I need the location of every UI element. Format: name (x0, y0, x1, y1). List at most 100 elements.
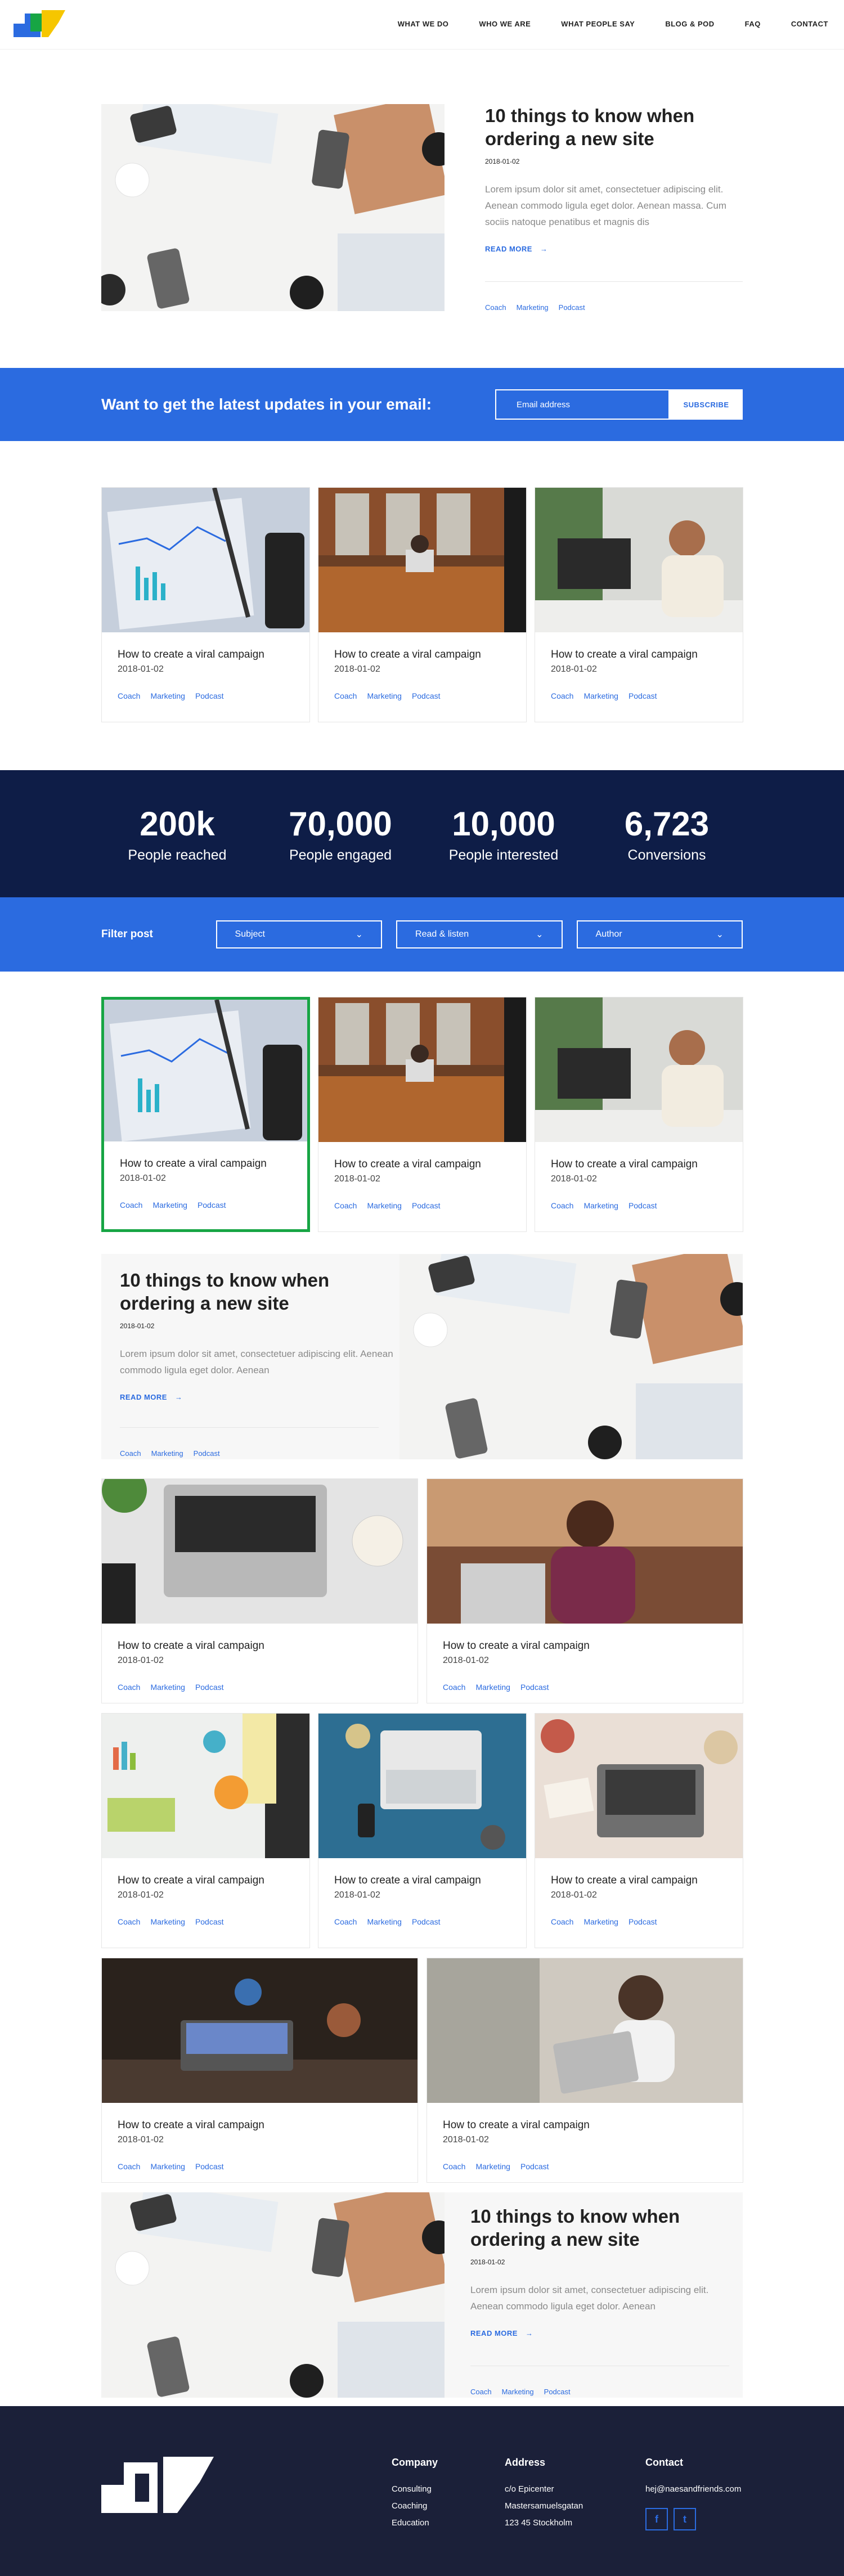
tag-coach[interactable]: Coach (334, 1917, 357, 1926)
author-select[interactable]: Author ⌄ (576, 920, 743, 948)
tag-coach[interactable]: Coach (118, 1683, 140, 1692)
post-card[interactable]: How to create a viral campaign 2018-01-0… (101, 1478, 418, 1703)
tag-coach[interactable]: Coach (443, 1683, 465, 1692)
post-card[interactable]: How to create a viral campaign 2018-01-0… (535, 487, 743, 722)
read-more-link[interactable]: READ MORE → (120, 1393, 399, 1401)
post-title[interactable]: How to create a viral campaign (334, 649, 510, 661)
post-title[interactable]: How to create a viral campaign (551, 1874, 727, 1887)
tag-coach[interactable]: Coach (551, 1201, 573, 1210)
featured-title[interactable]: 10 things to know when ordering a new si… (470, 2205, 743, 2251)
tag-podcast[interactable]: Podcast (559, 303, 585, 312)
tag-marketing[interactable]: Marketing (475, 1683, 510, 1692)
nav-what-we-do[interactable]: WHAT WE DO (398, 20, 449, 28)
post-title[interactable]: How to create a viral campaign (120, 1158, 291, 1170)
featured-image[interactable] (101, 104, 445, 311)
post-card[interactable]: How to create a viral campaign 2018-01-0… (101, 1958, 418, 2183)
post-card-selected[interactable]: How to create a viral campaign 2018-01-0… (101, 997, 310, 1232)
tag-podcast[interactable]: Podcast (628, 1917, 657, 1926)
tag-marketing[interactable]: Marketing (152, 1201, 187, 1210)
post-title[interactable]: How to create a viral campaign (118, 1640, 402, 1652)
nav-contact[interactable]: CONTACT (791, 20, 828, 28)
post-card[interactable]: How to create a viral campaign 2018-01-0… (318, 997, 527, 1232)
tag-marketing[interactable]: Marketing (150, 1917, 185, 1926)
subscribe-button[interactable]: SUBSCRIBE (670, 389, 743, 420)
tag-coach[interactable]: Coach (118, 2162, 140, 2171)
tag-marketing[interactable]: Marketing (367, 1201, 401, 1210)
tag-coach[interactable]: Coach (118, 691, 140, 700)
tag-podcast[interactable]: Podcast (628, 691, 657, 700)
footer-logo[interactable] (101, 2457, 214, 2513)
tag-coach[interactable]: Coach (443, 2162, 465, 2171)
post-card[interactable]: How to create a viral campaign 2018-01-0… (427, 1478, 743, 1703)
post-title[interactable]: How to create a viral campaign (118, 649, 294, 661)
nav-faq[interactable]: FAQ (745, 20, 761, 28)
post-card[interactable]: How to create a viral campaign 2018-01-0… (101, 1713, 310, 1948)
tag-coach[interactable]: Coach (334, 1201, 357, 1210)
post-card[interactable]: How to create a viral campaign 2018-01-0… (535, 1713, 743, 1948)
email-input[interactable]: Email address (495, 389, 670, 420)
read-more-link[interactable]: READ MORE → (485, 245, 743, 253)
post-card[interactable]: How to create a viral campaign 2018-01-0… (318, 487, 527, 722)
tag-marketing[interactable]: Marketing (583, 1917, 618, 1926)
post-card[interactable]: How to create a viral campaign 2018-01-0… (535, 997, 743, 1232)
footer-link[interactable]: Education (392, 2515, 505, 2532)
tag-podcast[interactable]: Podcast (520, 2162, 549, 2171)
twitter-icon[interactable]: t (674, 2508, 696, 2530)
post-card[interactable]: How to create a viral campaign 2018-01-0… (427, 1958, 743, 2183)
post-title[interactable]: How to create a viral campaign (443, 1640, 727, 1652)
tag-marketing[interactable]: Marketing (583, 691, 618, 700)
tag-marketing[interactable]: Marketing (367, 1917, 401, 1926)
post-title[interactable]: How to create a viral campaign (118, 1874, 294, 1887)
nav-what-people-say[interactable]: WHAT PEOPLE SAY (561, 20, 635, 28)
tag-coach[interactable]: Coach (120, 1449, 141, 1458)
promo-title[interactable]: 10 things to know when ordering a new si… (120, 1269, 399, 1315)
tag-marketing[interactable]: Marketing (475, 2162, 510, 2171)
tag-marketing[interactable]: Marketing (150, 2162, 185, 2171)
tag-marketing[interactable]: Marketing (583, 1201, 618, 1210)
footer-link[interactable]: Coaching (392, 2498, 505, 2515)
tag-podcast[interactable]: Podcast (197, 1201, 226, 1210)
subject-select[interactable]: Subject ⌄ (216, 920, 383, 948)
tag-podcast[interactable]: Podcast (195, 691, 224, 700)
nav-who-we-are[interactable]: WHO WE ARE (479, 20, 531, 28)
tag-podcast[interactable]: Podcast (195, 1683, 224, 1692)
tag-podcast[interactable]: Podcast (412, 691, 441, 700)
tag-podcast[interactable]: Podcast (628, 1201, 657, 1210)
post-card[interactable]: How to create a viral campaign 2018-01-0… (318, 1713, 527, 1948)
nav-blog-pod[interactable]: BLOG & POD (665, 20, 714, 28)
tag-coach[interactable]: Coach (118, 1917, 140, 1926)
tag-coach[interactable]: Coach (470, 2388, 492, 2396)
tag-coach[interactable]: Coach (334, 691, 357, 700)
post-title[interactable]: How to create a viral campaign (334, 1874, 510, 1887)
brand-logo[interactable] (14, 10, 65, 37)
post-title[interactable]: How to create a viral campaign (551, 1158, 727, 1171)
contact-email[interactable]: hej@naesandfriends.com (645, 2481, 741, 2498)
post-title[interactable]: How to create a viral campaign (551, 649, 727, 661)
read-more-link[interactable]: READ MORE → (470, 2329, 743, 2337)
post-title[interactable]: How to create a viral campaign (334, 1158, 510, 1171)
tag-podcast[interactable]: Podcast (195, 2162, 224, 2171)
tag-podcast[interactable]: Podcast (520, 1683, 549, 1692)
featured-image[interactable] (101, 2192, 445, 2398)
tag-marketing[interactable]: Marketing (517, 303, 549, 312)
tag-podcast[interactable]: Podcast (412, 1917, 441, 1926)
tag-podcast[interactable]: Podcast (194, 1449, 220, 1458)
tag-coach[interactable]: Coach (551, 691, 573, 700)
post-title[interactable]: How to create a viral campaign (118, 2119, 402, 2132)
tag-coach[interactable]: Coach (551, 1917, 573, 1926)
tag-marketing[interactable]: Marketing (150, 691, 185, 700)
tag-marketing[interactable]: Marketing (150, 1683, 185, 1692)
tag-podcast[interactable]: Podcast (412, 1201, 441, 1210)
post-title[interactable]: How to create a viral campaign (443, 2119, 727, 2132)
tag-podcast[interactable]: Podcast (544, 2388, 571, 2396)
read-listen-select[interactable]: Read & listen ⌄ (396, 920, 563, 948)
tag-marketing[interactable]: Marketing (151, 1449, 183, 1458)
featured-title[interactable]: 10 things to know when ordering a new si… (485, 104, 743, 150)
promo-image[interactable] (399, 1254, 743, 1459)
tag-marketing[interactable]: Marketing (367, 691, 401, 700)
tag-podcast[interactable]: Podcast (195, 1917, 224, 1926)
footer-link[interactable]: Consulting (392, 2481, 505, 2498)
post-card[interactable]: How to create a viral campaign 2018-01-0… (101, 487, 310, 722)
facebook-icon[interactable]: f (645, 2508, 668, 2530)
tag-marketing[interactable]: Marketing (502, 2388, 534, 2396)
